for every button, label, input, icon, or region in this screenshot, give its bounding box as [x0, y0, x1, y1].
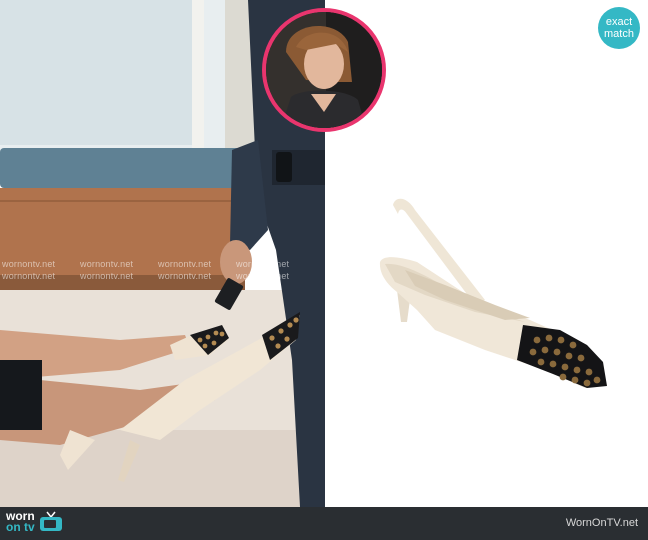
- watermark-text: wornontv.net: [236, 271, 290, 281]
- logo-ontv-text: on tv: [6, 520, 35, 534]
- watermark-text: wornontv.net: [2, 259, 56, 269]
- watermark-text: wornontv.net: [80, 271, 134, 281]
- footer-bar: worn on tv WornOnTV.net: [0, 507, 648, 540]
- watermark-text: wornontv.net: [80, 259, 134, 269]
- tv-icon: [39, 511, 62, 531]
- exact-match-badge: exact match: [598, 7, 640, 49]
- watermark-text: wornontv.net: [158, 259, 212, 269]
- badge-line-1: exact: [605, 16, 633, 28]
- actor-portrait-image: [266, 12, 382, 128]
- watermark-text: wornontv.net: [2, 271, 56, 281]
- watermark-text: wornontv.net: [158, 271, 212, 281]
- watermark-text: wornontv.net: [236, 259, 290, 269]
- wornontv-logo[interactable]: worn on tv: [6, 510, 64, 534]
- site-url[interactable]: WornOnTV.net: [566, 517, 638, 529]
- actor-portrait: [262, 8, 386, 132]
- badge-line-2: match: [604, 28, 634, 40]
